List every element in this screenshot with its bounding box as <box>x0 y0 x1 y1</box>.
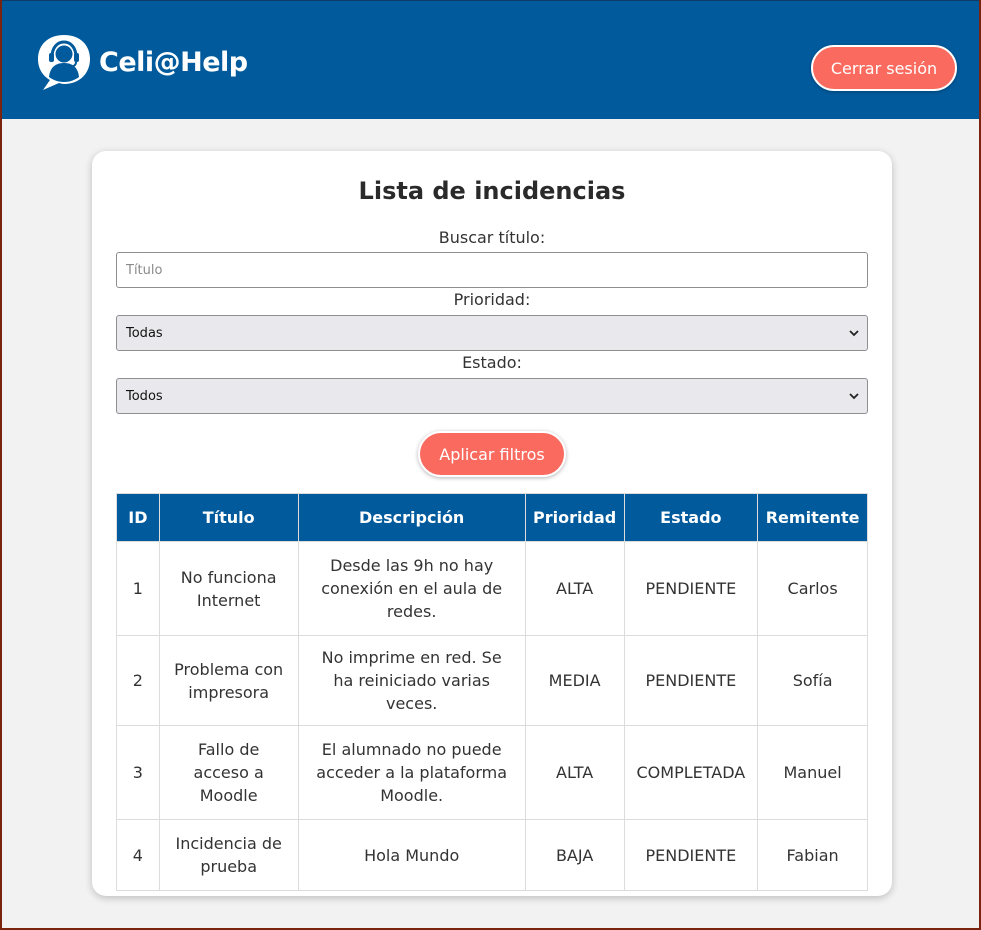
priority-selected-value: Todas <box>126 325 163 341</box>
table-header-row: ID Título Descripción Prioridad Estado R… <box>116 493 868 542</box>
cell-title: No funciona Internet <box>158 541 299 636</box>
cell-title: Problema con impresora <box>158 635 299 726</box>
priority-select[interactable]: Todas <box>116 315 868 351</box>
cell-title: Incidencia de prueba <box>158 819 299 891</box>
page-title: Lista de incidencias <box>358 177 626 205</box>
column-header-sender: Remitente <box>757 493 868 542</box>
cell-id: 4 <box>116 819 160 891</box>
cell-id: 2 <box>116 635 160 726</box>
cell-description: Hola Mundo <box>297 819 526 891</box>
brand-logo[interactable]: Celi@Help <box>35 32 248 92</box>
incidents-table: ID Título Descripción Prioridad Estado R… <box>116 493 868 891</box>
chevron-down-icon <box>849 329 859 336</box>
column-header-status: Estado <box>623 493 759 542</box>
brand-name: Celi@Help <box>99 46 248 78</box>
status-select[interactable]: Todos <box>116 378 868 414</box>
search-label: Buscar título: <box>438 228 546 247</box>
table-row: 1 No funciona Internet Desde las 9h no h… <box>116 541 868 636</box>
cell-sender: Carlos <box>757 541 868 636</box>
headset-support-icon <box>38 35 90 90</box>
cell-id: 3 <box>116 725 160 820</box>
column-header-id: ID <box>116 493 160 542</box>
cell-description: Desde las 9h no hay conexión en el aula … <box>297 541 526 636</box>
cell-sender: Manuel <box>757 725 868 820</box>
cell-priority: ALTA <box>524 541 625 636</box>
table-row: 2 Problema con impresora No imprime en r… <box>116 635 868 726</box>
chevron-down-icon <box>849 392 859 399</box>
apply-filters-button[interactable]: Aplicar filtros <box>418 431 566 477</box>
cell-priority: BAJA <box>524 819 625 891</box>
cell-status: PENDIENTE <box>623 635 759 726</box>
cell-priority: ALTA <box>524 725 625 820</box>
status-label: Estado: <box>462 353 522 372</box>
cell-sender: Sofía <box>757 635 868 726</box>
column-header-title: Título <box>158 493 299 542</box>
cell-status: PENDIENTE <box>623 541 759 636</box>
column-header-priority: Prioridad <box>524 493 625 542</box>
cell-description: El alumnado no puede acceder a la plataf… <box>297 725 526 820</box>
priority-label: Prioridad: <box>453 290 531 309</box>
table-row: 3 Fallo de acceso a Moodle El alumnado n… <box>116 725 868 820</box>
cell-status: PENDIENTE <box>623 819 759 891</box>
incidents-card: Lista de incidencias Buscar título: Prio… <box>92 151 892 896</box>
cell-priority: MEDIA <box>524 635 625 726</box>
cell-status: COMPLETADA <box>623 725 759 820</box>
cell-title: Fallo de acceso a Moodle <box>158 725 299 820</box>
status-selected-value: Todos <box>126 388 163 404</box>
cell-id: 1 <box>116 541 160 636</box>
top-header: Celi@Help Cerrar sesión <box>2 0 979 119</box>
cell-sender: Fabian <box>757 819 868 891</box>
logout-button[interactable]: Cerrar sesión <box>811 45 957 91</box>
column-header-description: Descripción <box>297 493 526 542</box>
app-frame: Celi@Help Cerrar sesión Lista de inciden… <box>2 0 979 928</box>
cell-description: No imprime en red. Se ha reiniciado vari… <box>297 635 526 726</box>
search-title-input[interactable] <box>116 252 868 288</box>
table-row: 4 Incidencia de prueba Hola Mundo BAJA P… <box>116 819 868 891</box>
